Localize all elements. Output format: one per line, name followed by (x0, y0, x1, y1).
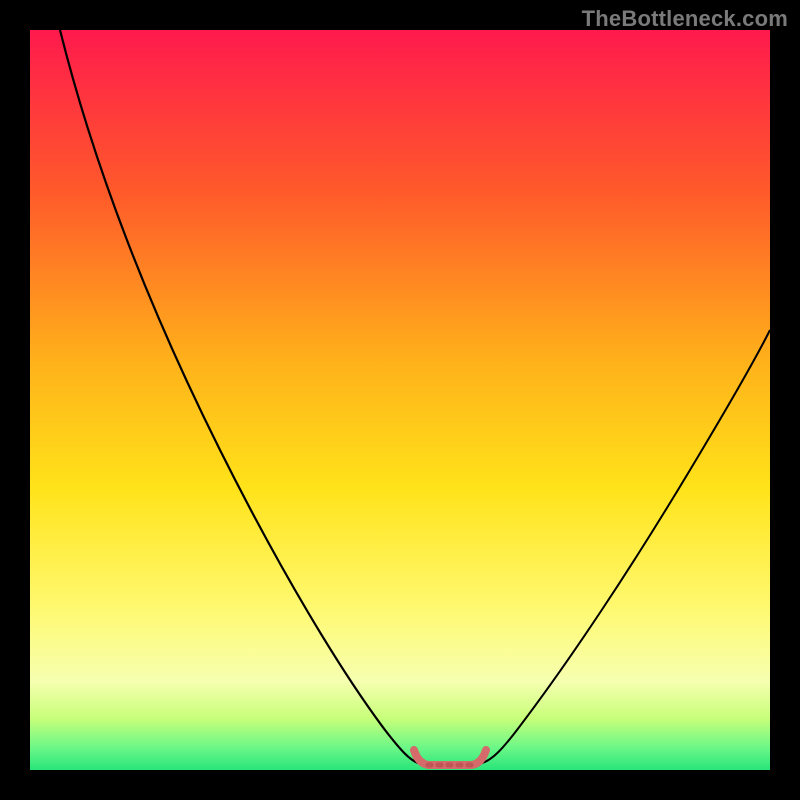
chart-frame: TheBottleneck.com (0, 0, 800, 800)
plot-area (30, 30, 770, 770)
watermark-text: TheBottleneck.com (582, 6, 788, 32)
gradient-background (30, 30, 770, 770)
